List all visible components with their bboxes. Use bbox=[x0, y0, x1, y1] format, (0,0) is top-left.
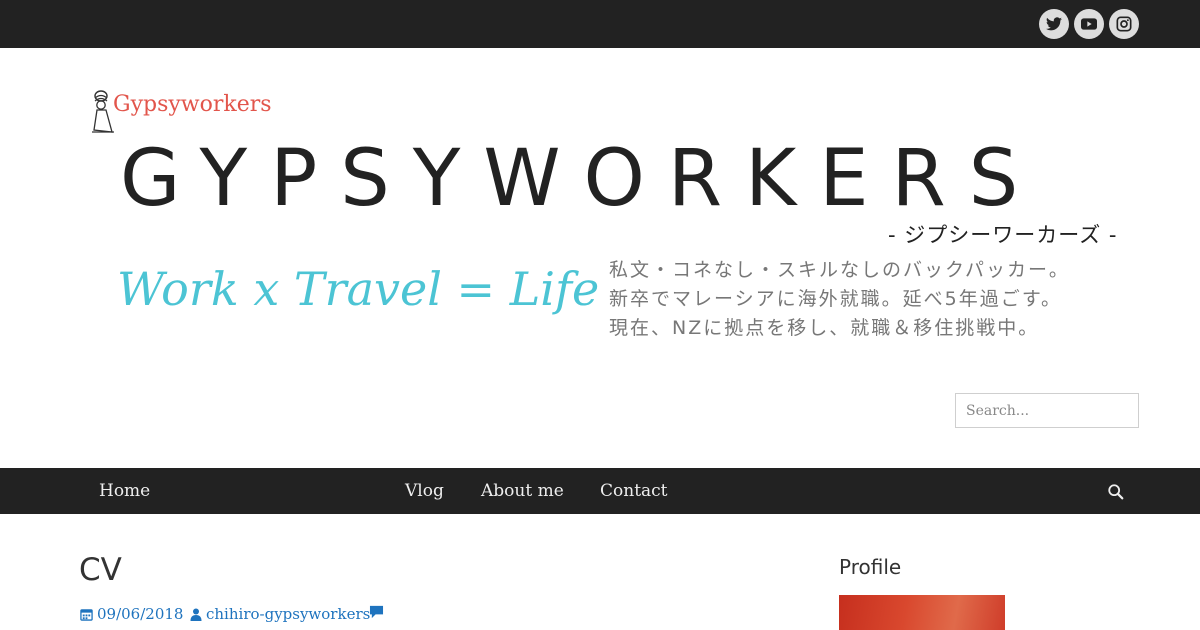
top-bar bbox=[0, 0, 1200, 48]
main-nav: Home Vlog About me Contact bbox=[0, 468, 1200, 514]
nav-item-contact[interactable]: Contact bbox=[600, 468, 668, 514]
site-tagline: Work x Travel = Life bbox=[117, 262, 600, 316]
small-logo-text: Gypsyworkers bbox=[113, 92, 272, 117]
nav-search-icon[interactable] bbox=[1107, 483, 1125, 505]
nav-item-vlog[interactable]: Vlog bbox=[405, 468, 444, 514]
comment-icon bbox=[369, 605, 384, 619]
description-line: 新卒でマレーシアに海外就職。延べ5年過ごす。 bbox=[609, 288, 1062, 310]
user-icon bbox=[190, 608, 202, 621]
sidebar-profile-title: Profile bbox=[839, 555, 902, 579]
instagram-icon bbox=[1116, 16, 1132, 32]
post-title: CV bbox=[79, 552, 122, 588]
youtube-icon bbox=[1081, 18, 1097, 30]
post-author[interactable]: chihiro-gypsyworkers bbox=[190, 605, 370, 623]
post-author-text: chihiro-gypsyworkers bbox=[206, 605, 371, 623]
description-line: 私文・コネなし・スキルなしのバックパッカー。 bbox=[609, 259, 1070, 281]
twitter-link[interactable] bbox=[1039, 9, 1069, 39]
description-line: 現在、NZに拠点を移し、就職＆移住挑戦中。 bbox=[609, 317, 1040, 339]
nav-item-about-me[interactable]: About me bbox=[481, 468, 564, 514]
site-subtitle-jp: - ジプシーワーカーズ - bbox=[888, 223, 1118, 247]
post-comments-link[interactable] bbox=[369, 605, 388, 619]
header-search-input[interactable] bbox=[955, 393, 1139, 428]
site-description: 私文・コネなし・スキルなしのバックパッカー。 新卒でマレーシアに海外就職。延べ5… bbox=[609, 256, 1070, 343]
nav-item-home[interactable]: Home bbox=[99, 468, 150, 514]
instagram-link[interactable] bbox=[1109, 9, 1139, 39]
calendar-icon bbox=[80, 608, 93, 621]
post-date[interactable]: 09/06/2018 bbox=[80, 605, 183, 623]
small-logo[interactable]: Gypsyworkers bbox=[90, 90, 290, 136]
site-header: Gypsyworkers GYPSYWORKERS - ジプシーワーカーズ - … bbox=[0, 48, 1200, 468]
post-date-text: 09/06/2018 bbox=[97, 605, 184, 623]
twitter-icon bbox=[1046, 17, 1062, 31]
profile-image bbox=[839, 595, 1005, 630]
youtube-link[interactable] bbox=[1074, 9, 1104, 39]
site-title[interactable]: GYPSYWORKERS bbox=[120, 140, 1110, 218]
